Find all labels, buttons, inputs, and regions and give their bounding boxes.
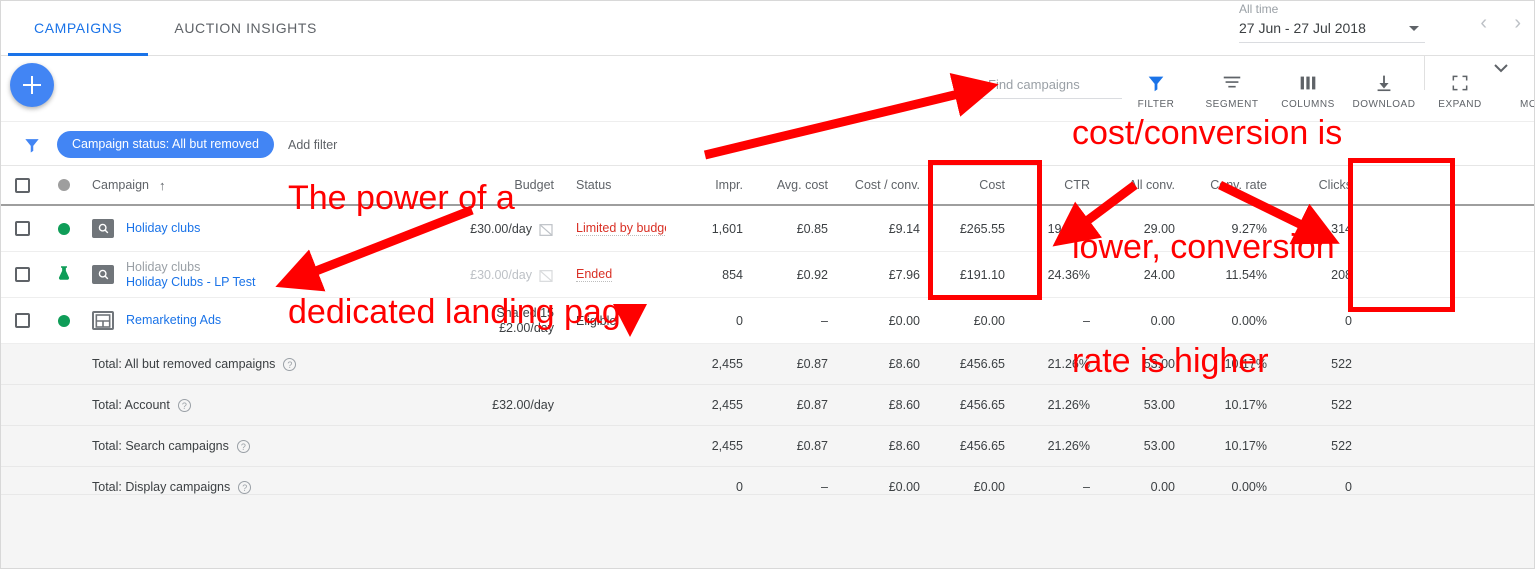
arrow-to-all-conv	[1218, 180, 1340, 245]
google-ads-campaigns-screen: CAMPAIGNS AUCTION INSIGHTS All time 27 J…	[0, 0, 1535, 569]
arrow-to-search	[703, 72, 999, 160]
highlight-box-cost-conv	[928, 160, 1042, 300]
annotation-arrows	[275, 72, 1340, 337]
highlight-box-conv-rate	[1348, 158, 1455, 312]
arrow-to-lp-test	[275, 205, 474, 292]
arrow-to-status	[613, 304, 647, 337]
arrow-to-cost	[1052, 181, 1138, 247]
